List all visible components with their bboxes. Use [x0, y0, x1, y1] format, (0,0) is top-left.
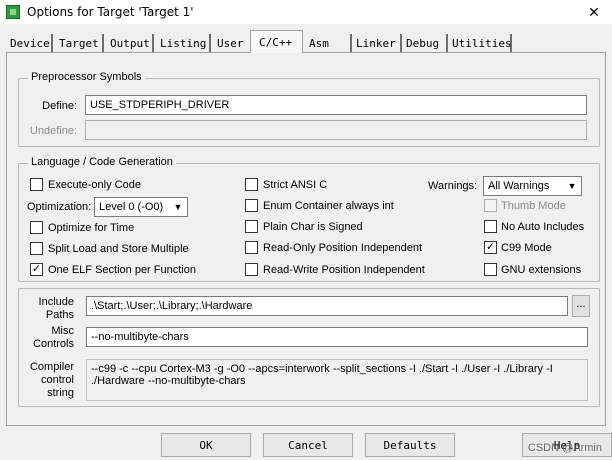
no-auto-includes-label: No Auto Includes	[501, 221, 585, 233]
tab-linker[interactable]: Linker	[352, 34, 402, 52]
ro-pi-label: Read-Only Position Independent	[263, 242, 422, 254]
c99-mode-label: C99 Mode	[501, 242, 552, 254]
c99-mode-checkbox[interactable]: ✓	[484, 241, 497, 254]
tab-asm[interactable]: Asm	[305, 34, 352, 52]
undefine-input	[85, 120, 587, 140]
optimization-value: Level 0 (-O0)	[99, 201, 164, 213]
chevron-down-icon: ▼	[173, 202, 183, 212]
app-icon	[6, 5, 20, 19]
tab-debug[interactable]: Debug	[402, 34, 448, 52]
thumb-mode-label: Thumb Mode	[501, 200, 566, 212]
paths-group: Include Paths .\Start;.\User;.\Library;.…	[18, 288, 600, 407]
tab-cpp[interactable]: C/C++	[250, 30, 303, 53]
include-label-line2: Paths	[45, 309, 74, 321]
one-elf-label: One ELF Section per Function	[48, 264, 196, 276]
include-paths-input[interactable]: .\Start;.\User;.\Library;.\Hardware	[86, 296, 568, 316]
undefine-label: Undefine:	[29, 125, 77, 137]
ok-button[interactable]: OK	[161, 433, 251, 457]
thumb-mode-checkbox	[484, 199, 497, 212]
compiler-label-line3: string	[47, 387, 74, 399]
codegen-group: Language / Code Generation Execute-only …	[18, 156, 600, 282]
codegen-group-title: Language / Code Generation	[28, 156, 176, 168]
defaults-button[interactable]: Defaults	[365, 433, 455, 457]
cpp-options-panel: Preprocessor Symbols Define: USE_STDPERI…	[6, 52, 606, 426]
enum-container-label: Enum Container always int	[263, 200, 394, 212]
optimize-time-checkbox[interactable]	[30, 221, 43, 234]
browse-include-button[interactable]: ...	[572, 295, 590, 317]
plain-char-label: Plain Char is Signed	[263, 221, 363, 233]
warnings-select[interactable]: All Warnings ▼	[483, 176, 582, 196]
define-input[interactable]: USE_STDPERIPH_DRIVER	[85, 95, 587, 115]
compiler-control-string: --c99 -c --cpu Cortex-M3 -g -O0 --apcs=i…	[86, 359, 588, 401]
rw-pi-checkbox[interactable]	[245, 263, 258, 276]
define-label: Define:	[42, 100, 77, 112]
include-label-line1: Include	[38, 296, 74, 308]
tab-listing[interactable]: Listing	[156, 34, 211, 52]
gnu-extensions-label: GNU extensions	[501, 264, 582, 276]
rw-pi-label: Read-Write Position Independent	[263, 264, 425, 276]
tab-target[interactable]: Target	[55, 34, 104, 52]
misc-label-line1: Misc	[51, 325, 74, 337]
enum-container-checkbox[interactable]	[245, 199, 258, 212]
tab-strip: Device Target Output Listing User C/C++ …	[6, 30, 606, 53]
window-title: Options for Target 'Target 1'	[27, 5, 194, 19]
optimization-label: Optimization:	[27, 201, 92, 213]
cancel-button[interactable]: Cancel	[263, 433, 353, 457]
one-elf-checkbox[interactable]: ✓	[30, 263, 43, 276]
tab-utilities[interactable]: Utilities	[448, 34, 512, 52]
title-bar: Options for Target 'Target 1' ✕	[0, 0, 612, 24]
strict-ansi-label: Strict ANSI C	[263, 179, 328, 191]
watermark: CSDN @Armin	[527, 442, 602, 454]
warnings-value: All Warnings	[488, 180, 550, 192]
tab-user[interactable]: User	[213, 34, 252, 52]
tab-device[interactable]: Device	[6, 34, 53, 52]
execute-only-checkbox[interactable]	[30, 178, 43, 191]
execute-only-label: Execute-only Code	[48, 179, 141, 191]
split-load-label: Split Load and Store Multiple	[48, 243, 189, 255]
plain-char-checkbox[interactable]	[245, 220, 258, 233]
preprocessor-group-title: Preprocessor Symbols	[28, 71, 145, 83]
misc-controls-input[interactable]: --no-multibyte-chars	[86, 327, 588, 347]
strict-ansi-checkbox[interactable]	[245, 178, 258, 191]
ro-pi-checkbox[interactable]	[245, 241, 258, 254]
warnings-label: Warnings:	[428, 180, 478, 192]
compiler-label-line1: Compiler	[29, 361, 74, 373]
tab-output[interactable]: Output	[106, 34, 154, 52]
no-auto-includes-checkbox[interactable]	[484, 220, 497, 233]
optimize-time-label: Optimize for Time	[48, 222, 135, 234]
misc-label-line2: Controls	[33, 338, 74, 350]
gnu-extensions-checkbox[interactable]	[484, 263, 497, 276]
close-button[interactable]: ✕	[576, 0, 612, 24]
compiler-label-line2: control	[40, 374, 74, 386]
split-load-checkbox[interactable]	[30, 242, 43, 255]
preprocessor-group: Preprocessor Symbols Define: USE_STDPERI…	[18, 71, 600, 147]
chevron-down-icon: ▼	[567, 181, 577, 191]
optimization-select[interactable]: Level 0 (-O0) ▼	[94, 197, 188, 217]
